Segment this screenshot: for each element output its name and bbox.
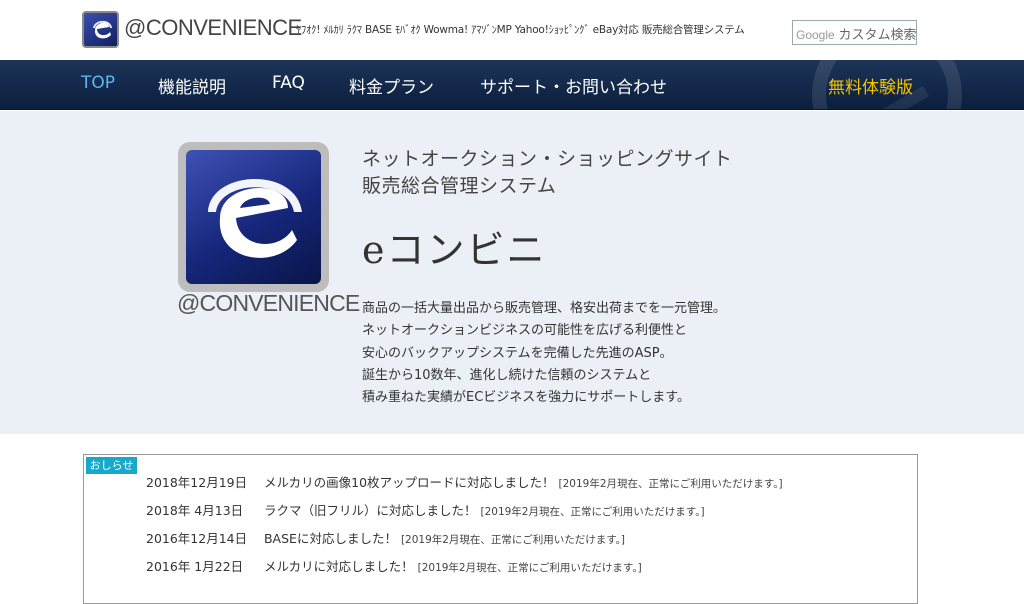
news-note: [2019年2月現在、正常にご利用いただけます。] bbox=[417, 562, 642, 574]
nav-item-features[interactable]: 機能説明 bbox=[158, 73, 226, 98]
logo-icon[interactable] bbox=[82, 11, 119, 48]
e-logo-large-icon bbox=[208, 178, 302, 258]
news-date: 2018年12月19日 bbox=[146, 475, 248, 490]
nav-item-free-trial[interactable]: 無料体験版 bbox=[828, 73, 913, 98]
news-note: [2019年2月現在、正常にご利用いただけます。] bbox=[480, 506, 705, 518]
hero-description-line: 誕生から10数年、進化し続けた信頼のシステムと bbox=[362, 367, 652, 383]
search-brand: Google bbox=[796, 28, 835, 42]
logo-text[interactable]: @CONVENIENCE bbox=[124, 15, 302, 41]
news-text: メルカリの画像10枚アップロードに対応しました！ bbox=[263, 475, 555, 490]
big-logo-inner bbox=[186, 150, 321, 284]
news-item[interactable]: 2018年12月19日 メルカリの画像10枚アップロードに対応しました！ [20… bbox=[146, 472, 783, 491]
big-logo bbox=[178, 142, 329, 292]
news-badge: おしらせ bbox=[86, 457, 137, 474]
news-item[interactable]: 2016年 1月22日 メルカリに対応しました！ [2019年2月現在、正常にご… bbox=[146, 556, 642, 575]
site-header: @CONVENIENCE ﾔﾌｵｸ! ﾒﾙｶﾘ ﾗｸﾏ BASE ﾓﾊﾞｵｸ W… bbox=[0, 0, 1024, 60]
hero-description-line: 積み重ねた実績がECビジネスを強力にサポートします。 bbox=[362, 390, 690, 406]
hero-description-line: ネットオークションビジネスの可能性を広げる利便性と bbox=[362, 323, 688, 339]
header-tagline: ﾔﾌｵｸ! ﾒﾙｶﾘ ﾗｸﾏ BASE ﾓﾊﾞｵｸ Wowma! ｱﾏｿﾞﾝMP… bbox=[296, 24, 745, 36]
product-name: eコンビニ bbox=[362, 228, 547, 272]
news-item[interactable]: 2018年 4月13日 ラクマ（旧フリル）に対応しました！ [2019年2月現在… bbox=[146, 500, 705, 519]
news-item[interactable]: 2016年12月14日 BASEに対応しました！ [2019年2月現在、正常にご… bbox=[146, 528, 625, 547]
nav-item-top[interactable]: TOP bbox=[81, 73, 115, 93]
news-box: おしらせ 2018年12月19日 メルカリの画像10枚アップロードに対応しました… bbox=[83, 454, 918, 604]
big-logo-caption: @CONVENIENCE bbox=[177, 290, 360, 316]
news-note: [2019年2月現在、正常にご利用いただけます。] bbox=[558, 478, 783, 490]
news-note: [2019年2月現在、正常にご利用いただけます。] bbox=[400, 534, 626, 546]
news-text: メルカリに対応しました！ bbox=[263, 559, 414, 574]
hero-description: 商品の一括大量出品から販売管理、格安出荷までを一元管理。 ネットオークションビジ… bbox=[362, 298, 726, 409]
nav-item-pricing[interactable]: 料金プラン bbox=[349, 73, 434, 98]
main-nav: TOP 機能説明 FAQ 料金プラン サポート・お問い合わせ 無料体験版 bbox=[0, 60, 1024, 110]
hero-description-line: 商品の一括大量出品から販売管理、格安出荷までを一元管理。 bbox=[362, 301, 727, 316]
news-text: BASEに対応しました！ bbox=[263, 531, 397, 546]
search-placeholder: カスタム検索 bbox=[838, 28, 917, 43]
news-text: ラクマ（旧フリル）に対応しました！ bbox=[263, 503, 477, 518]
hero-section: @CONVENIENCE ネットオークション・ショッピングサイト 販売総合管理シ… bbox=[0, 111, 1024, 434]
hero-title-line2: 販売総合管理システム bbox=[362, 175, 557, 197]
search-input[interactable]: Google カスタム検索 bbox=[792, 20, 917, 45]
hero-description-line: 安心のバックアップシステムを完備した先進のASP。 bbox=[362, 345, 673, 361]
news-date: 2016年12月14日 bbox=[146, 531, 248, 546]
hero-title-line1: ネットオークション・ショッピングサイト bbox=[362, 148, 733, 170]
nav-item-support[interactable]: サポート・お問い合わせ bbox=[480, 73, 667, 98]
news-date: 2016年 1月22日 bbox=[146, 559, 244, 574]
nav-item-faq[interactable]: FAQ bbox=[272, 73, 305, 93]
e-logo-icon bbox=[93, 20, 112, 39]
news-date: 2018年 4月13日 bbox=[146, 503, 244, 518]
